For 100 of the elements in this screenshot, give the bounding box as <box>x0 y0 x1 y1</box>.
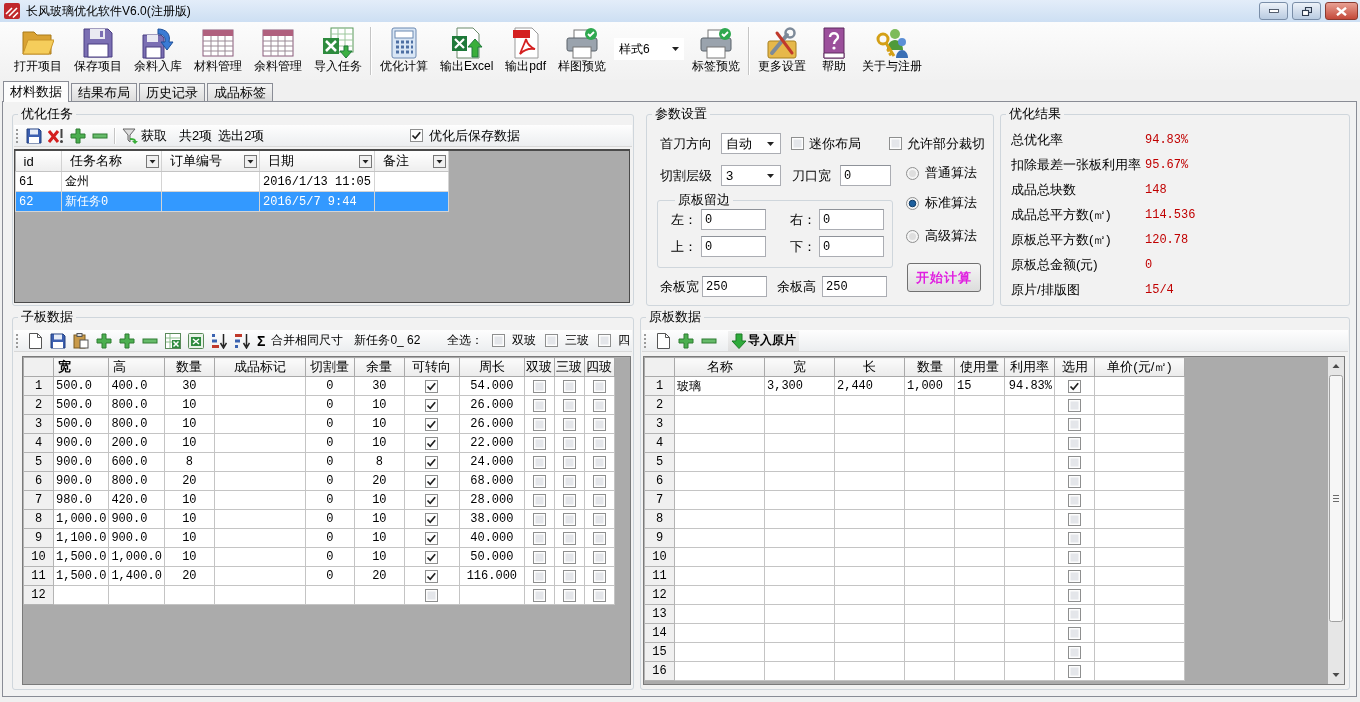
column-header[interactable]: 使用量 <box>954 357 1005 377</box>
checkbox[interactable] <box>1068 398 1081 412</box>
checkbox[interactable] <box>1068 436 1081 450</box>
column-header[interactable]: 双玻 <box>524 357 555 377</box>
toolbar-button[interactable]: 标签预览 <box>686 27 747 75</box>
input-field[interactable]: 0 <box>819 236 884 257</box>
checkbox[interactable] <box>492 334 506 347</box>
checkbox[interactable] <box>1068 607 1081 621</box>
input-field[interactable]: 250 <box>822 276 887 297</box>
column-header[interactable]: 可转向 <box>404 357 460 377</box>
toolbar-button[interactable]: 帮助 <box>812 27 857 75</box>
column-header[interactable]: 利用率 <box>1004 357 1055 377</box>
checkbox[interactable] <box>562 550 576 564</box>
column-header[interactable]: 高 <box>108 357 165 377</box>
checkbox[interactable] <box>1068 474 1081 488</box>
checkbox[interactable] <box>592 512 606 526</box>
input-field[interactable]: 0 <box>701 236 766 257</box>
table-row[interactable]: 61 金州 2016/1/13 11:05 <box>15 171 449 192</box>
checkbox[interactable] <box>532 455 546 469</box>
input-field[interactable]: 0 <box>840 165 891 186</box>
radio-button[interactable] <box>906 166 919 180</box>
checkbox[interactable] <box>1068 493 1081 507</box>
checkbox[interactable] <box>532 550 546 564</box>
dropdown-icon[interactable] <box>359 154 372 168</box>
minus-icon[interactable] <box>92 132 108 139</box>
tab[interactable]: 结果布局 <box>71 83 137 101</box>
dropdown-icon[interactable] <box>146 154 159 168</box>
checkbox[interactable] <box>562 417 576 431</box>
checkbox[interactable] <box>592 379 606 393</box>
toolbar-button[interactable]: 材料管理 <box>188 27 248 75</box>
checkbox[interactable] <box>532 436 546 450</box>
dropdown-icon[interactable] <box>244 154 257 168</box>
checkbox[interactable] <box>592 569 606 583</box>
checkbox[interactable] <box>410 129 424 142</box>
checkbox[interactable] <box>532 493 546 507</box>
toolbar-button[interactable]: 关于与注册 <box>856 27 929 75</box>
checkbox[interactable] <box>532 474 546 488</box>
checkbox[interactable] <box>1068 417 1081 431</box>
checkbox[interactable] <box>592 398 606 412</box>
checkbox[interactable] <box>425 379 439 393</box>
column-header[interactable]: 名称 <box>674 357 765 377</box>
combo-box[interactable]: 自动 <box>721 133 781 154</box>
radio-button[interactable] <box>906 196 919 210</box>
close-button[interactable] <box>1325 2 1358 20</box>
column-header[interactable]: 数量 <box>164 357 215 377</box>
toolbar-button[interactable]: 余料管理 <box>248 27 308 75</box>
checkbox[interactable] <box>562 531 576 545</box>
minimize-button[interactable] <box>1259 2 1288 20</box>
minus-icon[interactable] <box>142 337 158 344</box>
combo-box[interactable]: 3 <box>721 165 781 186</box>
toolbar-button[interactable]: 余料入库 <box>128 27 188 75</box>
merge-button[interactable]: Σ 合并相同尺寸 <box>257 332 344 349</box>
toolbar-button[interactable]: 更多设置 <box>752 27 813 75</box>
checkbox[interactable] <box>592 550 606 564</box>
checkbox[interactable] <box>425 512 439 526</box>
minus-icon[interactable] <box>701 337 717 344</box>
plus-icon[interactable] <box>70 127 86 144</box>
checkbox[interactable] <box>592 436 606 450</box>
column-header[interactable]: 备注 <box>374 151 449 172</box>
checkbox[interactable] <box>425 417 439 431</box>
checkbox[interactable] <box>1068 645 1081 659</box>
checkbox[interactable] <box>1068 664 1081 678</box>
toolbar-button[interactable]: 优化计算 <box>374 27 434 75</box>
checkbox[interactable] <box>562 398 576 412</box>
input-field[interactable]: 0 <box>701 209 766 230</box>
checkbox[interactable] <box>1068 550 1081 564</box>
checkbox[interactable] <box>1068 512 1081 526</box>
toolbar-button[interactable]: 输出pdf <box>499 27 553 75</box>
checkbox[interactable] <box>425 550 439 564</box>
column-header[interactable]: 四玻 <box>584 357 615 377</box>
column-header[interactable]: 单价(元/㎡) <box>1094 357 1185 377</box>
new-document-icon[interactable] <box>27 332 43 349</box>
column-header[interactable]: 数量 <box>904 357 955 377</box>
column-header[interactable]: 选用 <box>1054 357 1095 377</box>
checkbox[interactable] <box>791 137 804 150</box>
checkbox[interactable] <box>532 569 546 583</box>
radio-button[interactable] <box>906 229 919 243</box>
plus-icon[interactable] <box>96 332 112 349</box>
checkbox[interactable] <box>562 474 576 488</box>
column-header[interactable]: 宽 <box>764 357 835 377</box>
checkbox[interactable] <box>1068 531 1081 545</box>
checkbox[interactable] <box>562 569 576 583</box>
column-header[interactable]: 切割量 <box>305 357 355 377</box>
checkbox[interactable] <box>532 398 546 412</box>
checkbox[interactable] <box>1068 379 1081 393</box>
restore-button[interactable] <box>1292 2 1321 20</box>
column-header[interactable]: 三玻 <box>554 357 585 377</box>
toolbar-button[interactable]: 导入任务 <box>308 27 368 75</box>
column-header[interactable]: 日期 <box>259 151 375 172</box>
fetch-button[interactable]: 获取 <box>122 126 167 145</box>
checkbox[interactable] <box>532 588 546 602</box>
checkbox[interactable] <box>1068 626 1081 640</box>
column-header[interactable]: 周长 <box>459 357 525 377</box>
vertical-scrollbar[interactable] <box>1328 357 1344 684</box>
sort-descending-icon[interactable] <box>234 332 250 349</box>
checkbox[interactable] <box>592 455 606 469</box>
sort-ascending-icon[interactable] <box>211 332 227 349</box>
checkbox[interactable] <box>592 531 606 545</box>
checkbox[interactable] <box>889 137 902 150</box>
column-header[interactable]: 成品标记 <box>214 357 306 377</box>
